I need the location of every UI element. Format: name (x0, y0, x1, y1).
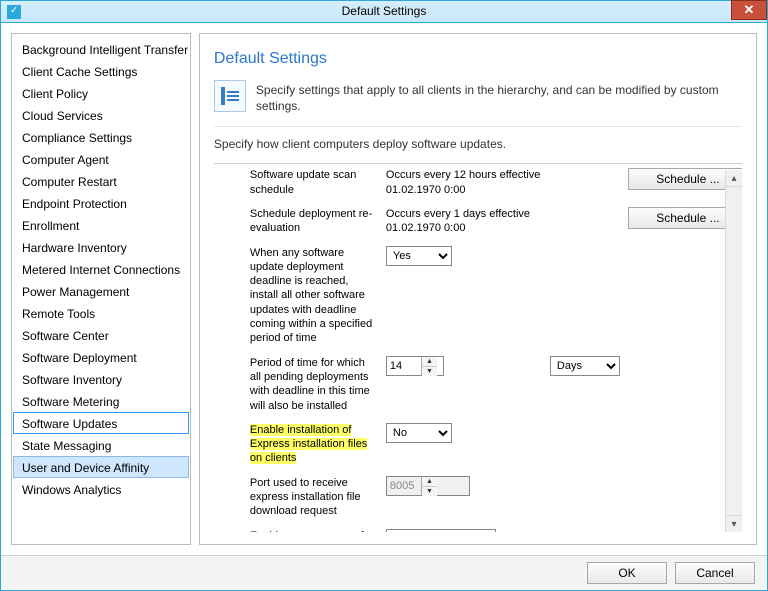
titlebar[interactable]: Default Settings ✕ (1, 1, 767, 23)
sidebar-item-enrollment[interactable]: Enrollment (13, 214, 189, 236)
spinner-port: ▲▼ (386, 476, 470, 496)
dialog-body: Background Intelligent Transfer Client C… (1, 23, 767, 555)
spinner-buttons-icon[interactable]: ▲▼ (421, 357, 437, 375)
vertical-scrollbar[interactable]: ▴ ▾ (725, 170, 742, 532)
select-express[interactable]: No (386, 423, 452, 443)
row-scan-schedule: Software update scan schedule Occurs eve… (250, 168, 720, 197)
section-description: Specify how client computers deploy soft… (214, 137, 742, 151)
select-deadline[interactable]: Yes (386, 246, 452, 266)
label-deadline: When any software update deployment dead… (250, 246, 378, 346)
row-period: Period of time for which all pending dep… (250, 356, 720, 413)
sidebar-item-user-device-affinity[interactable]: User and Device Affinity (13, 456, 189, 478)
sidebar-item-software-inventory[interactable]: Software Inventory (13, 368, 189, 390)
label-scan-schedule: Software update scan schedule (250, 168, 378, 197)
settings-icon (214, 80, 246, 112)
sidebar-item-cloud[interactable]: Cloud Services (13, 104, 189, 126)
app-icon (7, 5, 21, 19)
sidebar-item-computer-agent[interactable]: Computer Agent (13, 148, 189, 170)
sidebar-item-windows-analytics[interactable]: Windows Analytics (13, 478, 189, 500)
category-sidebar: Background Intelligent Transfer Client C… (11, 33, 191, 545)
spinner-port-input (387, 480, 421, 492)
settings-scroll: ▴ ▾ Software update scan schedule Occurs… (214, 163, 742, 532)
sidebar-item-computer-restart[interactable]: Computer Restart (13, 170, 189, 192)
sidebar-item-bit[interactable]: Background Intelligent Transfer (13, 38, 189, 60)
label-port: Port used to receive express installatio… (250, 476, 378, 519)
sidebar-item-client-policy[interactable]: Client Policy (13, 82, 189, 104)
sidebar-item-compliance[interactable]: Compliance Settings (13, 126, 189, 148)
cancel-button[interactable]: Cancel (675, 562, 755, 584)
label-express: Enable installation of Express installat… (250, 423, 378, 466)
intro-text: Specify settings that apply to all clien… (256, 82, 742, 114)
sidebar-item-state-messaging[interactable]: State Messaging (13, 434, 189, 456)
select-o365[interactable]: Not Configured (386, 529, 496, 533)
window-title: Default Settings (342, 4, 427, 18)
spinner-period-input[interactable] (387, 360, 421, 372)
sidebar-item-software-updates[interactable]: Software Updates (13, 412, 189, 434)
row-port: Port used to receive express installatio… (250, 476, 720, 519)
label-period: Period of time for which all pending dep… (250, 356, 378, 413)
main-panel: Default Settings Specify settings that a… (199, 33, 757, 545)
sidebar-item-cache[interactable]: Client Cache Settings (13, 60, 189, 82)
sidebar-item-endpoint[interactable]: Endpoint Protection (13, 192, 189, 214)
sidebar-item-software-center[interactable]: Software Center (13, 324, 189, 346)
value-reeval: Occurs every 1 days effective 01.02.1970… (386, 207, 542, 236)
sidebar-item-software-deployment[interactable]: Software Deployment (13, 346, 189, 368)
sidebar-item-hardware-inventory[interactable]: Hardware Inventory (13, 236, 189, 258)
dialog-footer: OK Cancel (1, 555, 767, 590)
row-o365: Enable management of the Office 365 Clie… (250, 529, 720, 533)
sidebar-item-remote-tools[interactable]: Remote Tools (13, 302, 189, 324)
spinner-period[interactable]: ▲▼ (386, 356, 444, 376)
row-reeval: Schedule deployment re-evaluation Occurs… (250, 207, 720, 236)
scroll-up-icon[interactable]: ▴ (726, 170, 742, 187)
label-reeval: Schedule deployment re-evaluation (250, 207, 378, 236)
intro-block: Specify settings that apply to all clien… (214, 80, 742, 127)
value-scan-schedule: Occurs every 12 hours effective 01.02.19… (386, 168, 542, 197)
page-heading: Default Settings (214, 50, 742, 68)
row-deadline: When any software update deployment dead… (250, 246, 720, 346)
settings-grid: Software update scan schedule Occurs eve… (214, 168, 742, 532)
close-button[interactable]: ✕ (731, 0, 767, 20)
row-express: Enable installation of Express installat… (250, 423, 720, 466)
sidebar-item-metered[interactable]: Metered Internet Connections (13, 258, 189, 280)
dialog-window: Default Settings ✕ Background Intelligen… (0, 0, 768, 591)
select-period-unit[interactable]: Days (550, 356, 620, 376)
scroll-down-icon[interactable]: ▾ (726, 515, 742, 532)
ok-button[interactable]: OK (587, 562, 667, 584)
label-o365: Enable management of the Office 365 Clie… (250, 529, 378, 533)
sidebar-item-software-metering[interactable]: Software Metering (13, 390, 189, 412)
sidebar-item-power[interactable]: Power Management (13, 280, 189, 302)
spinner-buttons-icon: ▲▼ (421, 477, 437, 495)
